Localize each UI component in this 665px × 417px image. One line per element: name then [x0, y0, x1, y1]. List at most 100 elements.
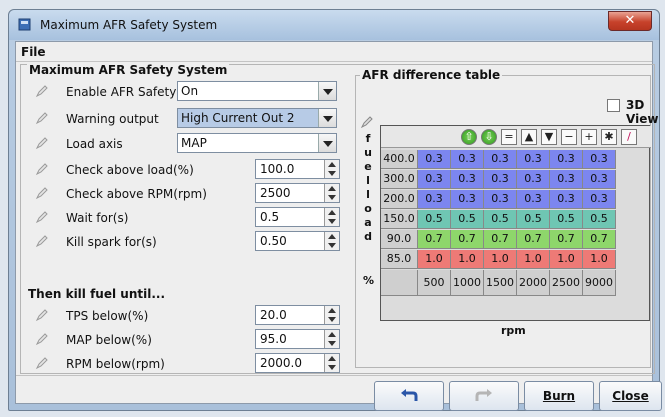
table-cell[interactable]: 1.0 — [451, 250, 484, 269]
table-cell[interactable]: 0.3 — [484, 190, 517, 209]
up-arrow-icon[interactable]: ▲ — [521, 129, 537, 145]
table-cell[interactable]: 0.7 — [484, 230, 517, 249]
table-cell[interactable]: 0.7 — [451, 230, 484, 249]
row-header: 300.0 — [381, 170, 418, 189]
table-cell[interactable]: 0.5 — [418, 210, 451, 229]
chevron-down-icon[interactable] — [318, 134, 336, 152]
table-cell[interactable]: 0.3 — [550, 150, 583, 169]
table-cell[interactable]: 0.3 — [583, 190, 616, 209]
equals-icon[interactable]: = — [501, 129, 517, 145]
spinner-buttons[interactable] — [324, 232, 339, 250]
increase-icon[interactable]: ⇧ — [461, 129, 477, 145]
spin-up-icon[interactable] — [328, 308, 336, 313]
spin-down-icon[interactable] — [328, 341, 336, 346]
menu-bar: File — [16, 42, 652, 62]
spinner-buttons[interactable] — [324, 184, 339, 202]
spin-up-icon[interactable] — [328, 210, 336, 215]
table-cell[interactable]: 0.3 — [451, 190, 484, 209]
table-cell[interactable]: 0.3 — [583, 150, 616, 169]
setting-combo[interactable]: MAP — [177, 133, 337, 153]
burn-button[interactable]: Burn — [524, 381, 594, 411]
minus-icon[interactable]: − — [561, 129, 577, 145]
down-arrow-icon[interactable]: ▼ — [541, 129, 557, 145]
undo-button[interactable] — [374, 381, 444, 411]
setting-spinner[interactable]: 0.50 — [255, 231, 340, 251]
table-cell[interactable]: 0.3 — [550, 170, 583, 189]
chevron-down-icon[interactable] — [318, 109, 336, 127]
plus-icon[interactable]: + — [581, 129, 597, 145]
spin-up-icon[interactable] — [328, 162, 336, 167]
setting-combo[interactable]: On — [177, 81, 337, 101]
kill-setting-spinner[interactable]: 95.0 — [255, 329, 340, 349]
table-cell[interactable]: 0.3 — [418, 170, 451, 189]
3d-view-checkbox[interactable] — [607, 99, 620, 112]
kill-setting-label: TPS below(%) — [66, 309, 149, 323]
window-close-button[interactable]: ✕ — [608, 11, 652, 31]
table-cell[interactable]: 0.3 — [484, 170, 517, 189]
spinner-buttons[interactable] — [324, 330, 339, 348]
title-bar[interactable]: Maximum AFR Safety System ✕ — [9, 10, 659, 40]
spin-down-icon[interactable] — [328, 317, 336, 322]
spin-down-icon[interactable] — [328, 195, 336, 200]
multiply-icon[interactable]: ✱ — [601, 129, 617, 145]
table-cell[interactable]: 0.5 — [550, 210, 583, 229]
spin-up-icon[interactable] — [328, 332, 336, 337]
table-cell[interactable]: 0.5 — [451, 210, 484, 229]
spinner-buttons[interactable] — [324, 208, 339, 226]
table-toolbar: ⇧ ⇩ = ▲ ▼ − + ✱ / — [381, 126, 651, 148]
table-cell[interactable]: 0.7 — [550, 230, 583, 249]
setting-spinner[interactable]: 2500 — [255, 183, 340, 203]
decrease-icon[interactable]: ⇩ — [481, 129, 497, 145]
spin-up-icon[interactable] — [328, 186, 336, 191]
redo-button[interactable] — [449, 381, 519, 411]
table-cell[interactable]: 1.0 — [583, 250, 616, 269]
spin-down-icon[interactable] — [328, 171, 336, 176]
spin-down-icon[interactable] — [328, 219, 336, 224]
redo-icon — [475, 389, 492, 401]
corner-cell — [381, 270, 418, 296]
row-header: 400.0 — [381, 150, 418, 169]
table-cell[interactable]: 0.7 — [583, 230, 616, 249]
spinner-buttons[interactable] — [324, 306, 339, 324]
table-cell[interactable]: 0.7 — [517, 230, 550, 249]
spin-up-icon[interactable] — [328, 356, 336, 361]
close-button[interactable]: Close — [599, 381, 662, 411]
setting-label: Kill spark for(s) — [66, 235, 157, 249]
menu-file[interactable]: File — [21, 45, 46, 59]
chevron-down-icon[interactable] — [318, 82, 336, 100]
table-cell[interactable]: 0.3 — [550, 190, 583, 209]
table-cell[interactable]: 1.0 — [550, 250, 583, 269]
spin-down-icon[interactable] — [328, 243, 336, 248]
table-cell[interactable]: 0.3 — [517, 170, 550, 189]
client-area: File Maximum AFR Safety System Enable AF… — [15, 41, 662, 411]
table-cell[interactable]: 0.3 — [451, 170, 484, 189]
table-cell[interactable]: 0.5 — [583, 210, 616, 229]
kill-setting-spinner[interactable]: 20.0 — [255, 305, 340, 325]
table-cell[interactable]: 0.7 — [418, 230, 451, 249]
table-cell[interactable]: 0.3 — [451, 150, 484, 169]
y-axis-letter: l — [366, 174, 370, 187]
spin-down-icon[interactable] — [328, 365, 336, 370]
table-cell[interactable]: 0.5 — [517, 210, 550, 229]
table-cell[interactable]: 0.5 — [484, 210, 517, 229]
table-cell[interactable]: 0.3 — [484, 150, 517, 169]
table-cell[interactable]: 0.3 — [418, 190, 451, 209]
pencil-icon[interactable]: / — [621, 129, 637, 145]
table-cell[interactable]: 0.3 — [517, 150, 550, 169]
table-cell[interactable]: 0.3 — [583, 170, 616, 189]
setting-combo[interactable]: High Current Out 2 — [177, 108, 337, 128]
x-axis-label: rpm — [501, 324, 526, 337]
spinner-buttons[interactable] — [324, 160, 339, 178]
setting-spinner[interactable]: 0.5 — [255, 207, 340, 227]
table-cell[interactable]: 1.0 — [418, 250, 451, 269]
kill-setting-spinner[interactable]: 2000.0 — [255, 353, 340, 373]
burn-label: Burn — [542, 389, 576, 403]
pencil-icon — [35, 210, 49, 224]
table-cell[interactable]: 1.0 — [484, 250, 517, 269]
table-cell[interactable]: 0.3 — [418, 150, 451, 169]
table-cell[interactable]: 0.3 — [517, 190, 550, 209]
spin-up-icon[interactable] — [328, 234, 336, 239]
table-cell[interactable]: 1.0 — [517, 250, 550, 269]
setting-spinner[interactable]: 100.0 — [255, 159, 340, 179]
spinner-buttons[interactable] — [324, 354, 339, 372]
